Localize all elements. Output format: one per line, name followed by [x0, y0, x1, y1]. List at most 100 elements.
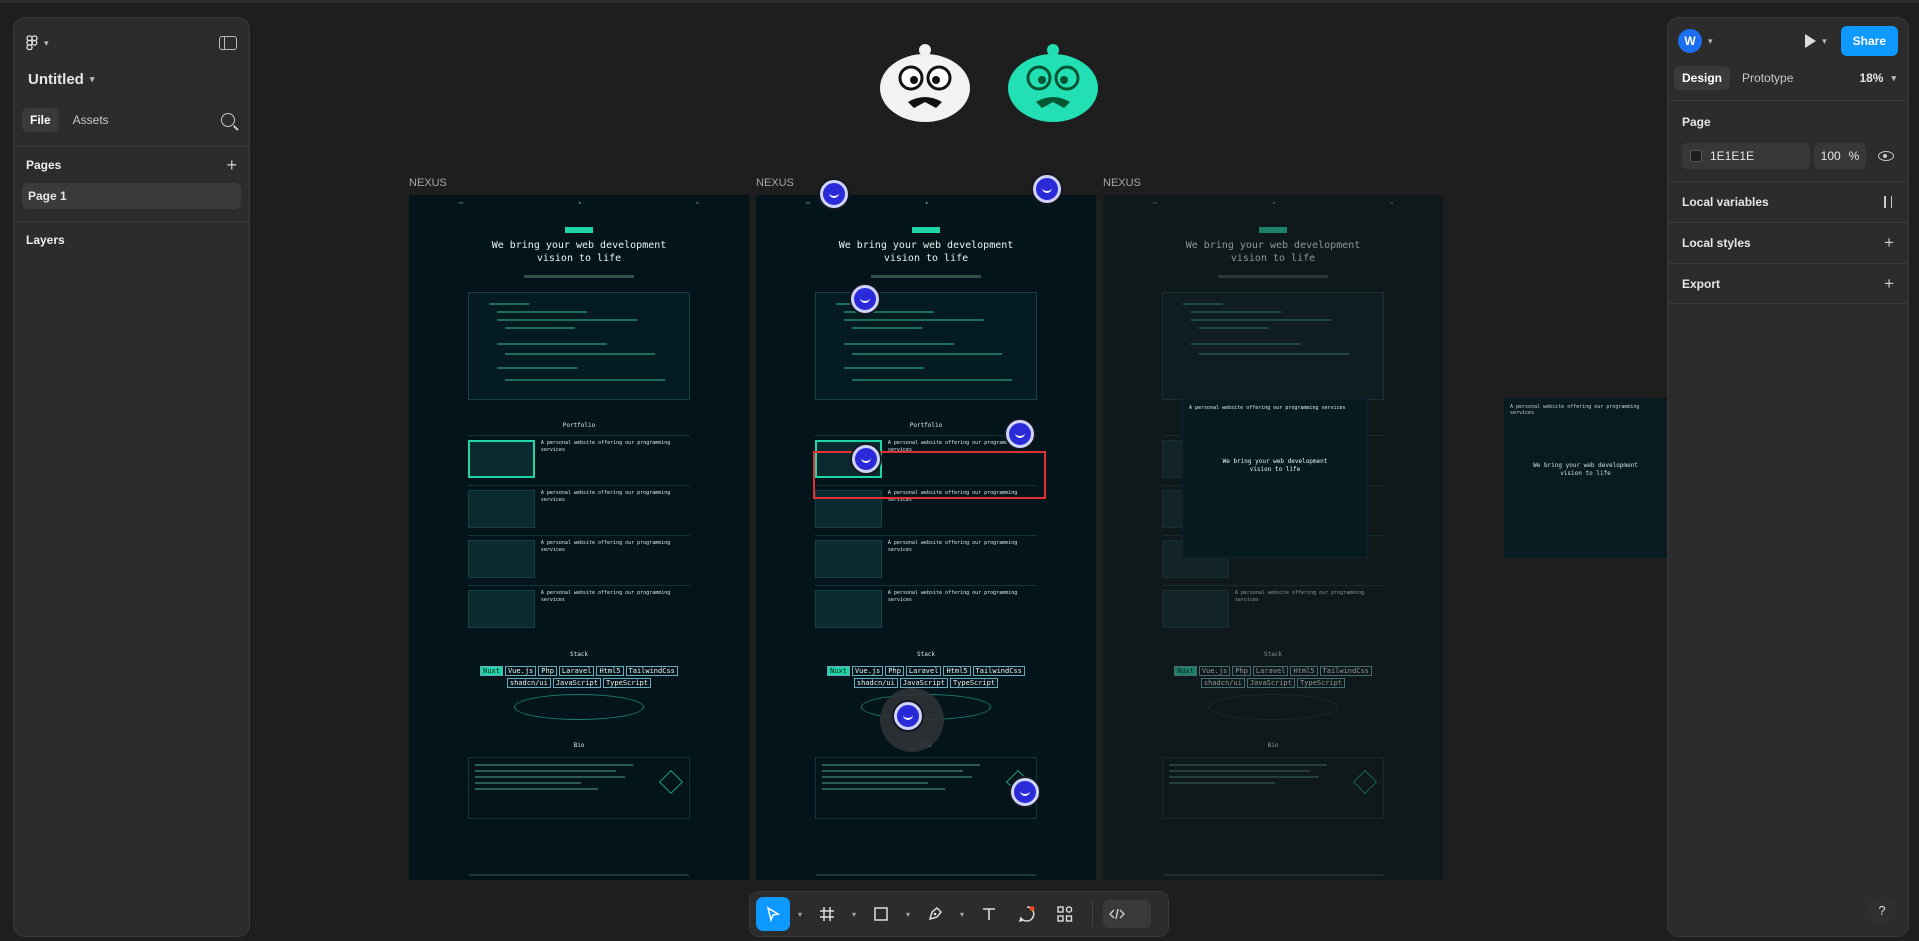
variables-icon[interactable]	[1882, 196, 1894, 208]
chevron-down-icon[interactable]: ▾	[848, 910, 860, 919]
modal-hero: We bring your web development vision to l…	[1222, 458, 1328, 473]
portfolio-card: A personal website offering our programm…	[815, 585, 1037, 629]
chevron-down-icon[interactable]: ▾	[794, 910, 806, 919]
mascot-teal-icon	[1008, 44, 1098, 122]
bottom-toolbar: ▾ ▾ ▾ ▾	[749, 891, 1169, 937]
portfolio-card: A personal website offering our programm…	[468, 535, 690, 579]
export-label: Export	[1682, 276, 1721, 291]
stack-title: Stack	[569, 651, 589, 658]
floating-frame-title: A personal website offering our programm…	[1510, 404, 1640, 416]
page-item[interactable]: Page 1	[22, 183, 241, 209]
pages-header: Pages +	[14, 147, 249, 183]
bio-title: Bio	[573, 742, 585, 749]
pages-title: Pages	[26, 158, 62, 172]
frame-subtitle	[524, 275, 634, 278]
bg-color-field[interactable]: 1E1E1E	[1682, 143, 1810, 169]
stack-tags: Nuxt Vue.js Php Laravel Html5 TailwindCss sha…	[474, 666, 684, 688]
frame-footer	[1163, 874, 1383, 876]
frame-code-block	[1162, 292, 1384, 400]
portfolio-card: A personal website offering our programm…	[468, 485, 690, 529]
actions-tool-button[interactable]	[1048, 897, 1082, 931]
avatar[interactable]: W	[1678, 29, 1702, 53]
stack-ring	[514, 694, 644, 720]
portfolio-card: A personal website offering our programm…	[468, 435, 690, 479]
frame-label[interactable]: NEXUS	[756, 177, 794, 189]
floating-frame[interactable]: A personal website offering our programm…	[1504, 398, 1667, 558]
eye-icon[interactable]	[1878, 151, 1894, 161]
frame-nexus-2[interactable]: ▪▪▪●▪▪ We bring your web developmentvisi…	[756, 195, 1096, 880]
local-styles-label: Local styles	[1682, 236, 1751, 250]
layers-title: Layers	[26, 233, 65, 247]
frame-nexus-1[interactable]: ▪▪▪ ● ▪▪ We bring your web development visi…	[409, 195, 749, 880]
code-icon	[1109, 908, 1125, 920]
zoom-value: 18%	[1859, 71, 1884, 85]
stack-tags: Nuxt Vue.js Php Laravel Html5 TailwindCss sha…	[821, 666, 1031, 688]
toggle-sidebar-icon[interactable]	[219, 36, 237, 50]
text-t-icon	[983, 908, 995, 920]
stack-tags: Nuxt Vue.js Php Laravel Html5 TailwindCss sha…	[1168, 666, 1378, 688]
collaborator-cursor-icon	[852, 445, 880, 473]
frame-badge	[912, 227, 940, 233]
main-menu-button[interactable]: ▾	[26, 35, 49, 51]
move-tool-button[interactable]	[756, 897, 790, 931]
search-icon[interactable]	[221, 113, 235, 127]
frame-badge	[565, 227, 593, 233]
zoom-dropdown[interactable]: 18% ▾	[1859, 71, 1902, 85]
collaborator-cursor-icon	[894, 702, 922, 730]
tab-design[interactable]: Design	[1674, 66, 1731, 90]
dev-mode-toggle[interactable]	[1103, 900, 1151, 928]
chevron-down-icon[interactable]: ▾	[1822, 36, 1827, 47]
frame-label[interactable]: NEXUS	[409, 177, 447, 189]
percent-sign: %	[1848, 149, 1860, 163]
text-tool-button[interactable]	[972, 897, 1006, 931]
frame-subtitle	[871, 275, 981, 278]
color-swatch[interactable]	[1690, 150, 1702, 162]
pen-tool-button[interactable]	[918, 897, 952, 931]
shape-tool-button[interactable]	[864, 897, 898, 931]
portfolio-card: A personal website offering our programm…	[815, 535, 1037, 579]
add-style-icon[interactable]: +	[1884, 233, 1894, 253]
selection-box[interactable]	[813, 451, 1046, 499]
tab-prototype[interactable]: Prototype	[1734, 66, 1801, 90]
page-background-row: 1E1E1E 100 %	[1682, 143, 1894, 169]
frame-hash-icon	[820, 907, 834, 921]
frame-tool-button[interactable]	[810, 897, 844, 931]
collaborator-cursor-icon	[1011, 778, 1039, 806]
floating-hero: We bring your web development vision to l…	[1533, 462, 1638, 477]
stack-ring	[1208, 694, 1338, 720]
modal-overlay-frame[interactable]: A personal website offering our programm…	[1182, 398, 1368, 558]
export-row[interactable]: Export +	[1668, 263, 1908, 304]
mascot-white-icon	[880, 44, 970, 122]
add-page-icon[interactable]: +	[226, 155, 237, 176]
chevron-down-icon[interactable]: ▾	[902, 910, 914, 919]
collaborator-cursor-icon	[851, 285, 879, 313]
present-play-icon[interactable]	[1805, 34, 1817, 48]
components-grid-icon	[1057, 906, 1073, 922]
bio-block	[815, 757, 1037, 819]
left-panel: ▾ Untitled ▾ File Assets Pages + Page 1 …	[13, 17, 250, 937]
file-name[interactable]: Untitled ▾	[14, 68, 249, 90]
comment-icon	[1018, 906, 1035, 923]
pen-icon	[928, 906, 943, 921]
chevron-down-icon[interactable]: ▾	[956, 910, 968, 919]
comment-tool-button[interactable]	[1010, 897, 1044, 931]
collaborator-cursor-icon	[820, 180, 848, 208]
chevron-down-icon: ▾	[89, 73, 95, 84]
tab-file[interactable]: File	[22, 108, 59, 132]
local-styles-row[interactable]: Local styles +	[1668, 222, 1908, 263]
frame-footer	[816, 874, 1036, 876]
frame-hero-title: We bring your web development vision to l…	[1185, 240, 1361, 264]
chevron-down-icon[interactable]: ▾	[1708, 36, 1713, 47]
rectangle-icon	[874, 907, 888, 921]
frame-label[interactable]: NEXUS	[1103, 177, 1141, 189]
tab-assets[interactable]: Assets	[65, 108, 117, 132]
help-button[interactable]: ?	[1868, 896, 1896, 924]
add-export-icon[interactable]: +	[1884, 274, 1894, 294]
local-variables-label: Local variables	[1682, 195, 1769, 209]
chevron-down-icon: ▾	[44, 37, 49, 48]
local-variables-row[interactable]: Local variables	[1668, 181, 1908, 222]
bg-opacity-field[interactable]: 100 %	[1814, 143, 1866, 169]
frame-subtitle	[1218, 275, 1328, 278]
bg-opacity-value: 100	[1820, 149, 1841, 163]
share-button[interactable]: Share	[1840, 26, 1898, 56]
